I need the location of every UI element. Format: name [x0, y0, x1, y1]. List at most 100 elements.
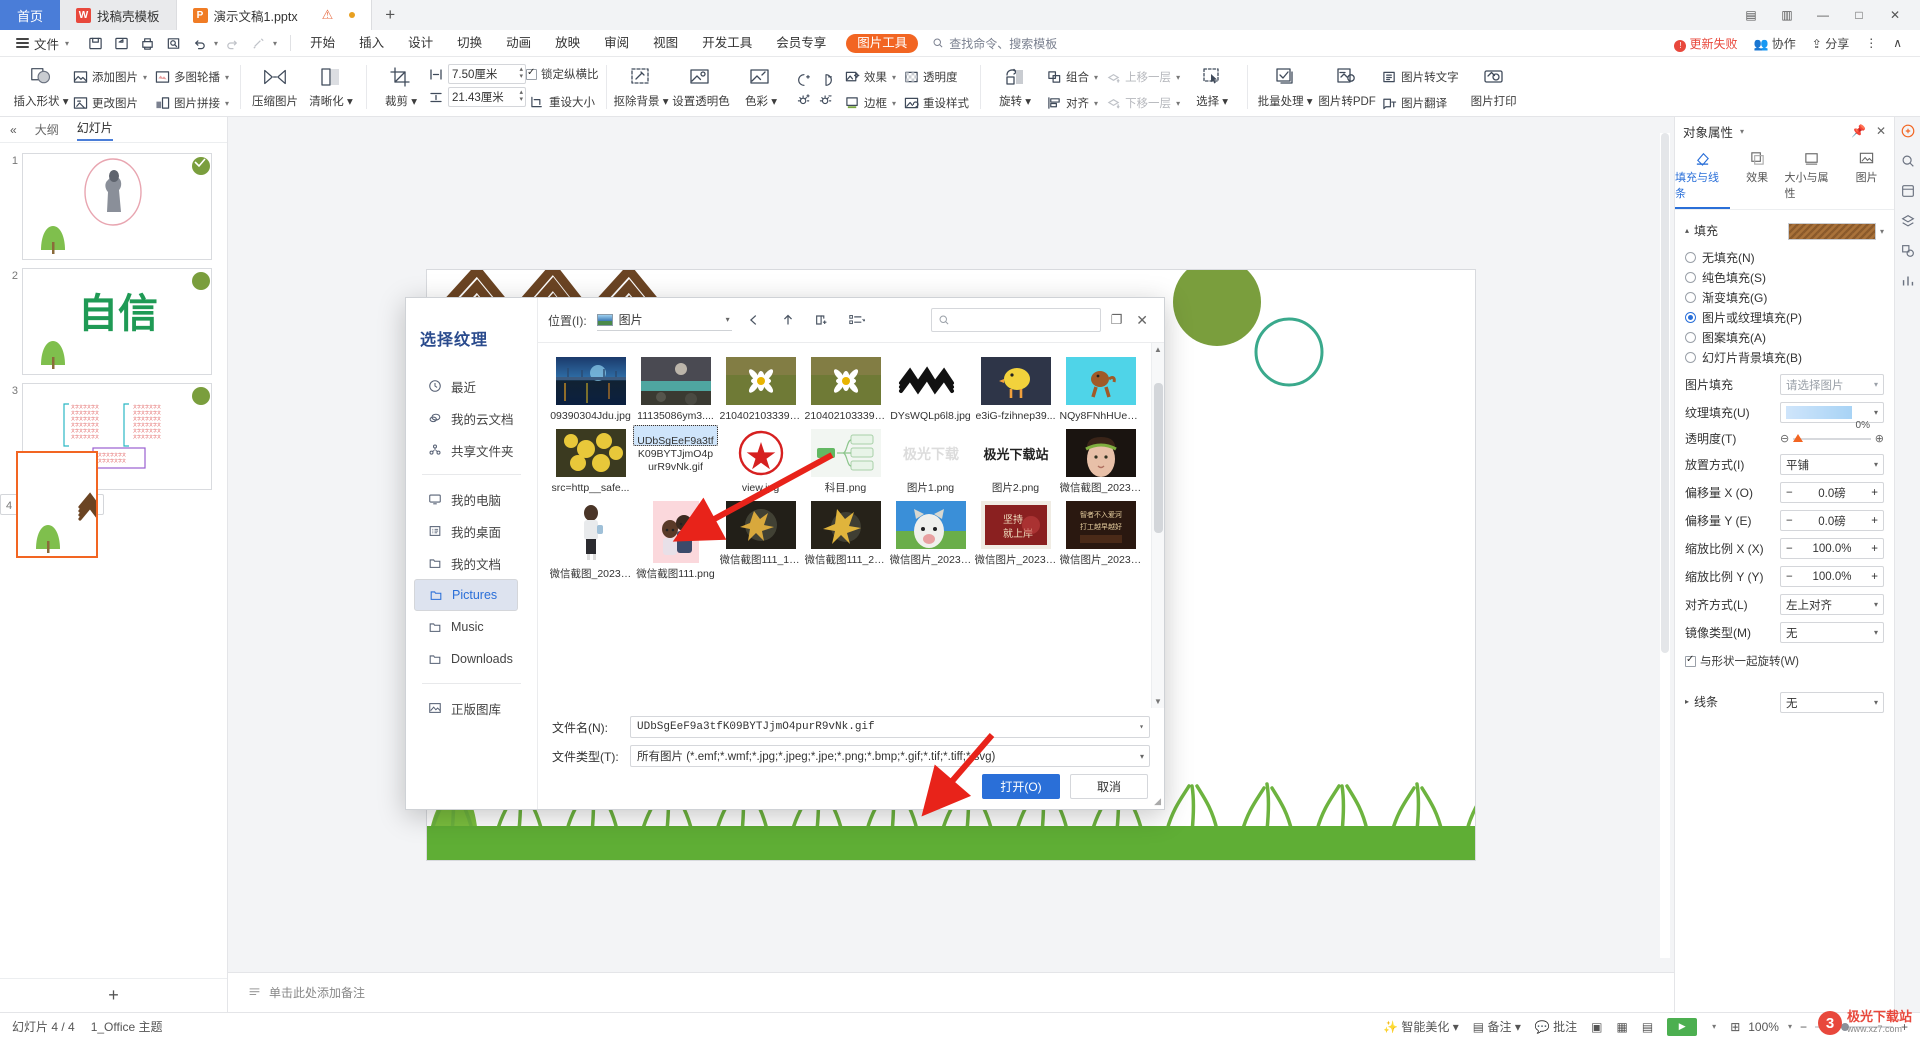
scroll-down-icon[interactable]: ▼ [1154, 697, 1162, 706]
theme-label[interactable]: 1_Office 主题 [91, 1018, 163, 1035]
undo-icon[interactable] [187, 32, 211, 54]
file-item[interactable]: 微信截图111_2.jpg [803, 497, 888, 583]
fit-icon[interactable]: ⊞ [1730, 1020, 1740, 1034]
notes-button[interactable]: ▤ 备注 ▾ [1473, 1018, 1521, 1035]
update-status[interactable]: ! 更新失败 [1674, 35, 1738, 52]
tab-member[interactable]: 会员专享 [764, 30, 838, 57]
template-panel-icon[interactable] [1900, 183, 1916, 199]
undo-dropdown-icon[interactable]: ▾ [214, 39, 218, 48]
group-button[interactable]: 组合 ▾ [1043, 65, 1102, 89]
picture-to-pdf-button[interactable]: 图片转PDF [1316, 59, 1378, 109]
change-picture-button[interactable]: 更改图片 [69, 91, 151, 115]
file-item[interactable]: 微信截图_20230102154... [1058, 425, 1143, 497]
line-section-header[interactable]: ▸ 线条 [1685, 693, 1718, 710]
tab-insert[interactable]: 插入 [347, 30, 396, 57]
rotate-button[interactable]: 旋转 ▾ [987, 59, 1043, 109]
file-item[interactable]: 坚持就上岸微信图片_20230427125... [973, 497, 1058, 583]
chevron-down-icon[interactable]: ▾ [1788, 1022, 1792, 1031]
chart-panel-icon[interactable] [1900, 273, 1916, 289]
file-item[interactable]: DYsWQLp6l8.jpg [888, 353, 973, 425]
tab-size-props[interactable]: 大小与属性 [1785, 145, 1840, 209]
dialog-restore-button[interactable]: ❐ [1111, 312, 1123, 328]
nav-recent[interactable]: 最近 [414, 370, 529, 402]
chevron-down-icon[interactable]: ▾ [1740, 127, 1744, 136]
transparency-button[interactable]: 透明度 [900, 65, 973, 89]
close-panel-button[interactable]: ✕ [1876, 124, 1886, 138]
border-button[interactable]: 边框 ▾ [841, 91, 900, 115]
bring-forward-button[interactable]: 上移一层 ▾ [1102, 65, 1184, 89]
plus-icon[interactable]: + [1871, 571, 1878, 583]
remove-background-button[interactable]: 抠除背景 ▾ [613, 59, 669, 109]
nav-my-desktop[interactable]: 我的桌面 [414, 515, 529, 547]
file-item[interactable]: 210402103339-... [718, 353, 803, 425]
file-item[interactable]: 极光下载站 图片2.png [973, 425, 1058, 497]
add-picture-button[interactable]: 添加图片 ▾ [69, 65, 151, 89]
file-menu-button[interactable]: 文件 ▾ [8, 34, 77, 53]
location-select[interactable]: 图片 ▾ [596, 309, 732, 331]
reading-view-icon[interactable]: ▤ [1642, 1020, 1653, 1034]
color-button[interactable]: 色彩 ▾ [733, 59, 789, 109]
picture-width-input[interactable]: 7.50厘米 ▴ ▾ [448, 64, 527, 84]
insert-shape-button[interactable]: 插入形状 ▾ [13, 59, 69, 109]
filename-input[interactable]: UDbSgEeF9a3tfK09BYTJjmO4purR9vNk.gif ▾ [630, 716, 1150, 738]
spinner-arrows-icon[interactable]: ▴ ▾ [520, 66, 524, 80]
wps-ai-icon[interactable] [1900, 123, 1916, 139]
tab-start[interactable]: 开始 [298, 30, 347, 57]
save-icon[interactable] [83, 32, 107, 54]
collapse-pane-icon[interactable]: « [10, 123, 17, 137]
chevron-down-icon[interactable]: ▾ [1140, 752, 1144, 761]
command-search[interactable]: 查找命令、搜索模板 [932, 35, 1057, 52]
format-painter-icon[interactable] [246, 32, 270, 54]
view-mode-icon[interactable] [844, 308, 868, 332]
select-texture-dialog[interactable]: 选择纹理 最近 我的云文档 共享文件夹 我的电脑 我的桌面 我的文档 Pictu… [405, 297, 1165, 810]
slide-item-2[interactable]: 2 自信 [0, 264, 227, 379]
canvas-vscrollbar[interactable] [1660, 133, 1670, 958]
tab-review[interactable]: 审阅 [592, 30, 641, 57]
smart-beautify-button[interactable]: ✨ 智能美化 ▾ [1383, 1018, 1459, 1035]
lock-aspect-ratio-checkbox[interactable]: 锁定纵横比 [526, 66, 599, 82]
nav-stock-gallery[interactable]: 正版图库 [414, 692, 529, 724]
nav-my-documents[interactable]: 我的文档 [414, 547, 529, 579]
scale-y-stepper[interactable]: −100.0% + [1780, 566, 1884, 587]
dialog-search-input[interactable] [930, 308, 1101, 332]
plus-icon[interactable]: ⊕ [1875, 432, 1884, 445]
plus-icon[interactable]: + [1871, 515, 1878, 527]
brightness-down-icon[interactable] [818, 92, 834, 108]
shapes-panel-icon[interactable] [1900, 243, 1916, 259]
pin-icon[interactable]: 📌 [1851, 124, 1866, 138]
effects-button[interactable]: 效果 ▾ [841, 65, 900, 89]
batch-process-button[interactable]: 批量处理 ▾ [1254, 59, 1316, 109]
picture-print-button[interactable]: 图片打印 [1463, 59, 1525, 109]
tab-view[interactable]: 视图 [641, 30, 690, 57]
send-backward-button[interactable]: 下移一层 ▾ [1102, 91, 1184, 115]
cancel-button[interactable]: 取消 [1070, 774, 1148, 799]
tab-slides[interactable]: 幻灯片 [76, 119, 113, 141]
collab-button[interactable]: 👥 协作 [1754, 35, 1796, 52]
fill-option-none[interactable]: 无填充(N) [1685, 247, 1884, 267]
nav-music[interactable]: Music [414, 611, 529, 643]
more-menu-icon[interactable]: ⋮ [1865, 36, 1877, 50]
texture-swatch-control[interactable]: ▾ [1787, 223, 1884, 240]
tiling-mode-select[interactable]: 平铺 ▾ [1780, 454, 1884, 475]
file-item[interactable]: 极光下载 图片1.png [888, 425, 973, 497]
fill-section-header[interactable]: ▴ 填充 [1685, 222, 1718, 239]
picture-translate-button[interactable]: 图片翻译 [1378, 91, 1463, 115]
offset-y-stepper[interactable]: −0.0磅 + [1780, 510, 1884, 531]
tab-presentation1[interactable]: P 演示文稿1.pptx ⚠ [176, 0, 373, 30]
tab-slideshow[interactable]: 放映 [543, 30, 592, 57]
file-item[interactable]: view.jpg [718, 425, 803, 497]
sharpen-button[interactable]: 清晰化 ▾ [303, 59, 359, 109]
fill-option-picture-texture[interactable]: 图片或纹理填充(P) [1685, 307, 1884, 327]
offset-x-stepper[interactable]: −0.0磅 + [1780, 482, 1884, 503]
filetype-select[interactable]: 所有图片 (*.emf;*.wmf;*.jpg;*.jpeg;*.jpe;*.p… [630, 745, 1150, 767]
crop-button[interactable]: 裁剪 ▾ [373, 59, 429, 109]
notes-bar[interactable]: 单击此处添加备注 [228, 972, 1674, 1012]
line-style-select[interactable]: 无 ▾ [1780, 692, 1884, 713]
fill-option-slide-background[interactable]: 幻灯片背景填充(B) [1685, 347, 1884, 367]
file-item[interactable]: e3iG-fzihnep39... [973, 353, 1058, 425]
slider-thumb[interactable] [1793, 433, 1804, 442]
new-folder-icon[interactable] [810, 308, 834, 332]
normal-view-icon[interactable]: ▣ [1591, 1020, 1602, 1034]
file-item[interactable]: 微信图片_20230317105... [888, 497, 973, 583]
tab-design[interactable]: 设计 [396, 30, 445, 57]
